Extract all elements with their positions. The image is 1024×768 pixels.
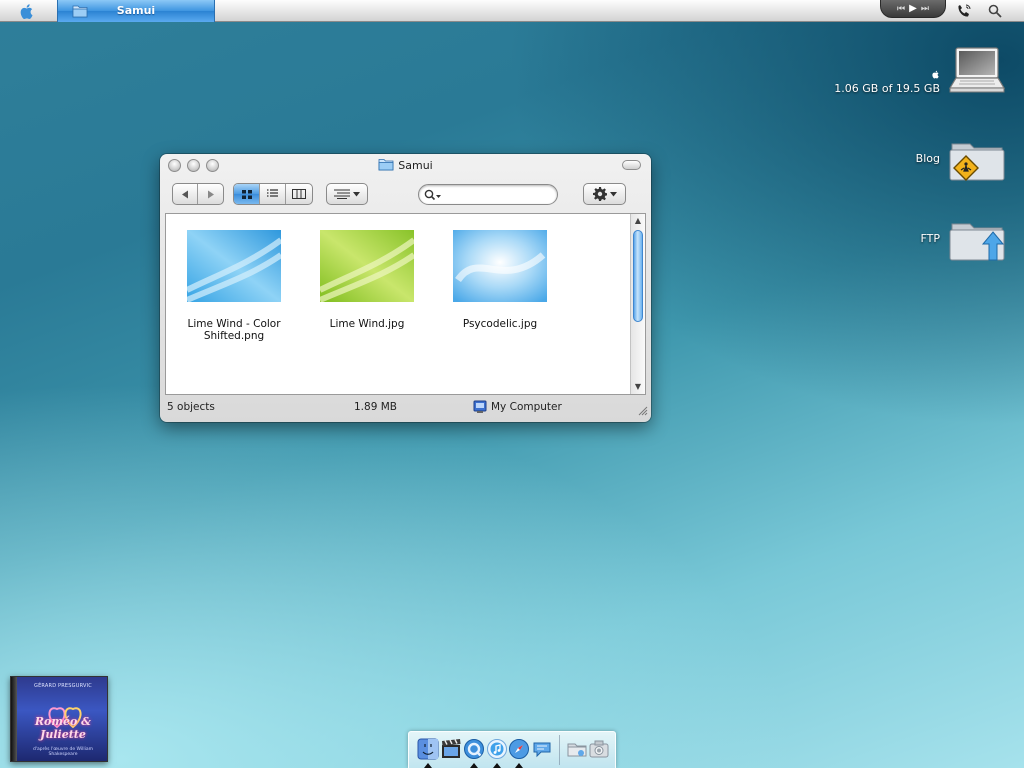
back-button[interactable] [173,184,199,204]
task-tab-label: Samui [116,4,156,17]
finder-window: Samui Lime Wind - Color Shifted.png Lime… [160,154,651,422]
apple-menu-button[interactable] [10,2,44,20]
resize-grip-icon[interactable] [637,405,648,416]
laptop-icon [948,47,1006,93]
arrange-button[interactable] [326,183,368,205]
menu-bar: Samui ⏮ ▶ ⏭ [0,0,1024,22]
file-browser-content: Lime Wind - Color Shifted.png Lime Wind.… [165,213,646,395]
view-mode-buttons [233,183,313,205]
apple-logo-icon [20,3,32,19]
album-title: Roméo & Juliette [34,715,92,741]
ftp-label: FTP [920,232,941,245]
dock-separator [559,735,560,765]
desktop-blog-folder[interactable]: Blog [880,136,1020,192]
play-button[interactable]: ▶ [909,3,917,14]
camera-icon [589,740,609,758]
forward-button[interactable] [198,184,223,204]
scroll-down-arrow-icon[interactable]: ▼ [631,380,645,394]
location-indicator: My Computer [473,400,562,414]
desktop-ftp-folder[interactable]: FTP [880,216,1020,272]
gear-icon [592,187,607,201]
chevron-down-icon [353,191,360,196]
forward-arrow-icon [207,190,214,198]
trash-folder-icon [567,743,587,757]
file-name: Psycodelic.jpg [462,318,538,330]
list-icon [267,189,278,197]
selection-size: 1.89 MB [354,401,397,413]
dock-item-finder[interactable] [417,738,439,760]
icon-grid-icon [241,189,252,199]
phone-icon[interactable] [956,3,972,19]
back-arrow-icon [182,190,188,198]
dock-item-ichat[interactable] [531,738,553,760]
navigation-buttons [172,183,224,205]
folder-icon [378,159,394,171]
safari-icon [509,739,529,759]
dock-item-folder[interactable] [566,738,588,760]
window-title: Samui [160,158,651,172]
scroll-thumb[interactable] [633,230,643,322]
itunes-icon [487,739,507,759]
window-toolbar [160,176,651,212]
cd-case-spine [11,677,17,761]
arrange-icon [334,189,350,199]
columns-icon [291,189,306,199]
drive-capacity-label: 1.06 GB of 19.5 GB [834,82,940,95]
computer-icon [473,400,487,413]
imovie-icon [442,739,461,758]
dock-item-safari[interactable] [508,738,530,760]
search-field[interactable] [418,184,558,205]
image-thumbnail [453,230,547,302]
desktop-drive[interactable]: 1.06 GB of 19.5 GB [830,42,1020,108]
file-name: Lime Wind - Color Shifted.png [187,318,281,342]
dock-item-itunes[interactable] [486,738,508,760]
dock-item-photo[interactable] [588,738,610,760]
action-menu-button[interactable] [583,183,626,205]
file-item[interactable]: Lime Wind.jpg [307,230,427,330]
apple-logo-icon [932,70,939,79]
media-controls: ⏮ ▶ ⏭ [880,0,946,18]
running-indicator [515,763,523,768]
dock [408,731,616,768]
image-thumbnail [187,230,281,302]
file-item[interactable]: Psycodelic.jpg [440,230,560,330]
album-subtitle: d'après l'œuvre de William Shakespeare [32,747,94,757]
file-item[interactable]: Lime Wind - Color Shifted.png [174,230,294,342]
status-bar: 5 objects 1.89 MB My Computer [160,397,651,419]
dock-item-quicktime[interactable] [463,738,485,760]
blog-label: Blog [915,152,940,165]
running-indicator [493,763,501,768]
public-folder-icon [949,143,1005,181]
image-thumbnail [320,230,414,302]
spotlight-search-icon[interactable] [988,4,1002,18]
quicktime-icon [464,739,484,759]
window-title-text: Samui [398,159,433,172]
file-name: Lime Wind.jpg [329,318,405,330]
toolbar-toggle-button[interactable] [622,160,641,170]
album-art-widget[interactable]: GÉRARD PRESGURVIC Roméo & Juliette d'apr… [10,676,108,762]
album-artist: GÉRARD PRESGURVIC [34,683,92,689]
ichat-icon [533,742,551,758]
previous-track-button[interactable]: ⏮ [897,4,905,14]
chevron-down-icon [609,191,617,196]
column-view-button[interactable] [286,184,312,204]
task-tab-samui[interactable]: Samui [57,0,215,22]
location-label: My Computer [491,401,562,413]
list-view-button[interactable] [260,184,286,204]
upload-folder-icon [949,223,1005,261]
dock-item-imovie[interactable] [440,738,462,760]
running-indicator [470,763,478,768]
finder-icon [417,738,439,760]
running-indicator [424,763,432,768]
vertical-scrollbar[interactable]: ▲ ▼ [630,214,645,394]
window-titlebar[interactable]: Samui [160,154,651,176]
search-input[interactable] [443,187,549,202]
scroll-up-arrow-icon[interactable]: ▲ [631,214,645,228]
object-count: 5 objects [167,401,215,413]
icon-view-button[interactable] [234,184,260,204]
search-icon [424,189,441,201]
next-track-button[interactable]: ⏭ [921,4,929,14]
